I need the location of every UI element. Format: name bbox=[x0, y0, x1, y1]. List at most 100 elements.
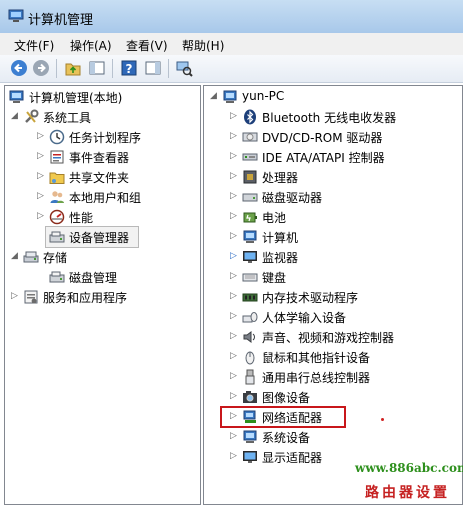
expand-icon[interactable]: ▷ bbox=[230, 431, 238, 441]
collapse-icon[interactable]: ◢ bbox=[11, 251, 19, 261]
device-tree-pane[interactable]: ◢ yun-PC ▷ Bluetooth 无线电收发器 ▷ DVD/CD-ROM… bbox=[203, 85, 463, 505]
tree-label: 处理器 bbox=[262, 171, 299, 185]
shared-folder-icon bbox=[49, 172, 65, 184]
menu-action[interactable]: 操作(A) bbox=[70, 37, 112, 54]
dvd-drive-icon bbox=[242, 132, 258, 142]
tree-label: DVD/CD-ROM 驱动器 bbox=[262, 131, 383, 145]
display-adapter-icon bbox=[243, 451, 257, 463]
expand-icon[interactable]: ▷ bbox=[37, 211, 45, 221]
tree-label: 磁盘管理 bbox=[69, 271, 118, 285]
performance-icon bbox=[49, 209, 65, 225]
expand-icon[interactable]: ▷ bbox=[230, 191, 238, 201]
toolbar: ? bbox=[0, 55, 463, 83]
toolbar-separator bbox=[168, 59, 169, 78]
menu-bar: 文件(F) 操作(A) 查看(V) 帮助(H) bbox=[0, 33, 463, 55]
users-icon bbox=[50, 191, 64, 203]
tree-label: 人体学输入设备 bbox=[262, 311, 347, 325]
tree-label: 任务计划程序 bbox=[69, 131, 142, 145]
tree-label: 计算机 bbox=[262, 231, 299, 245]
clock-icon bbox=[49, 129, 65, 145]
usb-icon bbox=[245, 369, 255, 385]
expand-icon[interactable]: ▷ bbox=[230, 271, 238, 281]
expand-icon[interactable]: ▷ bbox=[230, 171, 238, 181]
camera-icon bbox=[243, 391, 257, 403]
tree-label: 共享文件夹 bbox=[69, 171, 130, 185]
expand-icon[interactable]: ▷ bbox=[37, 151, 45, 161]
tree-label: 内存技术驱动程序 bbox=[262, 291, 359, 305]
computer-management-icon bbox=[9, 90, 24, 103]
processor-icon bbox=[243, 170, 257, 184]
console-tree-pane[interactable]: 计算机管理(本地) ◢ 系统工具 ▷ 任务计划程序 ▷ 事件查看器 ▷ 共享文件… bbox=[4, 85, 201, 505]
tree-label: 监视器 bbox=[262, 251, 299, 265]
tree-label: yun-PC bbox=[242, 89, 285, 103]
show-hide-tree-icon[interactable] bbox=[88, 59, 106, 77]
tree-label: 电池 bbox=[262, 211, 287, 225]
watermark-site: www.886abc.com bbox=[355, 461, 463, 475]
tree-label: 磁盘驱动器 bbox=[262, 191, 323, 205]
expand-icon[interactable]: ▷ bbox=[230, 131, 238, 141]
title-bar[interactable]: 计算机管理 bbox=[0, 0, 463, 34]
tree-label: 声音、视频和游戏控制器 bbox=[262, 331, 395, 345]
tree-label: IDE ATA/ATAPI 控制器 bbox=[262, 151, 385, 165]
tree-label: 键盘 bbox=[262, 271, 287, 285]
services-icon bbox=[24, 290, 38, 304]
expand-icon[interactable]: ▷ bbox=[230, 351, 238, 361]
disk-management-icon bbox=[49, 271, 65, 283]
help-icon[interactable]: ? bbox=[120, 59, 138, 77]
menu-file[interactable]: 文件(F) bbox=[14, 37, 54, 54]
back-arrow-icon[interactable] bbox=[10, 59, 28, 77]
expand-icon[interactable]: ▷ bbox=[37, 171, 45, 181]
tree-label: 系统设备 bbox=[262, 431, 311, 445]
forward-arrow-icon[interactable] bbox=[32, 59, 50, 77]
svg-text:?: ? bbox=[126, 62, 133, 76]
collapse-icon[interactable]: ◢ bbox=[210, 91, 218, 101]
tree-label: 事件查看器 bbox=[69, 151, 130, 165]
expand-icon[interactable]: ▷ bbox=[230, 231, 238, 241]
menu-help[interactable]: 帮助(H) bbox=[182, 37, 224, 54]
tree-label: Bluetooth 无线电收发器 bbox=[262, 111, 397, 125]
computer-icon bbox=[223, 90, 237, 103]
toolbar-separator bbox=[112, 59, 113, 78]
keyboard-icon bbox=[242, 273, 258, 282]
expand-icon[interactable]: ▷ bbox=[230, 111, 238, 121]
tree-label: 显示适配器 bbox=[262, 451, 323, 465]
expand-icon[interactable]: ▷ bbox=[37, 131, 45, 141]
speaker-icon bbox=[243, 331, 255, 343]
bluetooth-icon bbox=[244, 109, 256, 125]
expand-icon[interactable]: ▷ bbox=[11, 291, 19, 301]
system-devices-icon bbox=[243, 430, 257, 443]
memory-icon bbox=[242, 293, 258, 302]
expand-icon[interactable]: ▷ bbox=[230, 311, 238, 321]
expand-icon[interactable]: ▷ bbox=[37, 191, 45, 201]
toolbar-separator bbox=[56, 59, 57, 78]
collapse-icon[interactable]: ◢ bbox=[11, 111, 19, 121]
expand-icon[interactable]: ▷ bbox=[230, 331, 238, 341]
tree-label: 性能 bbox=[69, 211, 94, 225]
hid-icon bbox=[242, 312, 258, 323]
tools-icon bbox=[25, 109, 39, 123]
tree-label: 系统工具 bbox=[43, 111, 92, 125]
disk-drive-icon bbox=[242, 193, 258, 202]
window-title: 计算机管理 bbox=[28, 13, 94, 28]
tree-label: 通用串行总线控制器 bbox=[262, 371, 371, 385]
expand-icon[interactable]: ▷ bbox=[230, 211, 238, 221]
expand-icon[interactable]: ▷ bbox=[230, 151, 238, 161]
expand-icon[interactable]: ▷ bbox=[230, 451, 238, 461]
expand-icon[interactable]: ▷ bbox=[230, 291, 238, 301]
scan-hardware-icon[interactable] bbox=[175, 59, 193, 77]
expand-icon[interactable]: ▷ bbox=[230, 391, 238, 401]
tree-label: 服务和应用程序 bbox=[43, 291, 128, 305]
monitor-icon bbox=[243, 251, 257, 263]
storage-icon bbox=[23, 251, 39, 263]
tree-label: 本地用户和组 bbox=[69, 191, 142, 205]
device-manager-icon bbox=[49, 231, 65, 243]
watermark-name: 路由器设置 bbox=[365, 485, 450, 501]
mouse-icon bbox=[245, 351, 255, 365]
event-viewer-icon bbox=[50, 150, 64, 164]
expand-icon[interactable]: ▷ bbox=[230, 371, 238, 381]
tree-label: 图像设备 bbox=[262, 391, 311, 405]
menu-view[interactable]: 查看(V) bbox=[126, 37, 168, 54]
expand-icon[interactable]: ▷ bbox=[230, 251, 238, 261]
action-pane-icon[interactable] bbox=[144, 59, 162, 77]
up-folder-icon[interactable] bbox=[64, 59, 82, 77]
